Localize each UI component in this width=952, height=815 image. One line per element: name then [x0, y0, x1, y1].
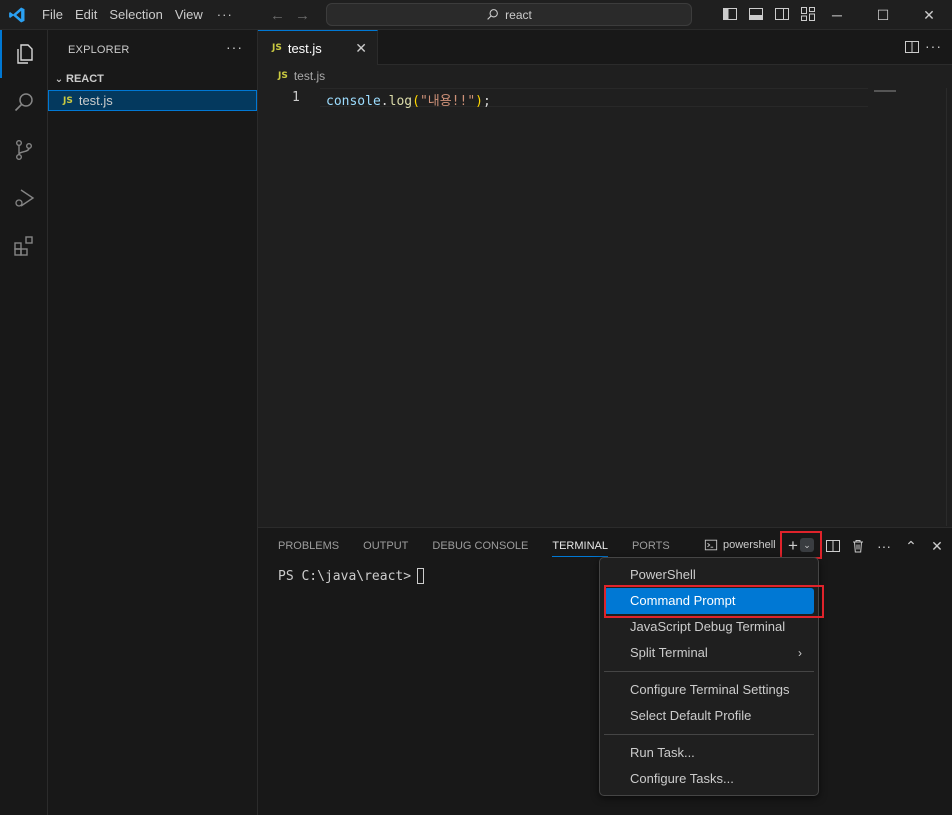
toggle-primary-sidebar-icon[interactable] [722, 6, 738, 22]
title-bar: File Edit Selection View ··· ← → react ─… [0, 0, 952, 30]
maximize-panel-icon[interactable]: ⌃ [903, 538, 919, 554]
run-debug-activity[interactable] [0, 174, 48, 222]
code-line[interactable]: console.log("내용!!"); [326, 90, 491, 109]
forward-arrow-icon[interactable]: → [295, 7, 310, 24]
breadcrumb[interactable]: JS test.js [278, 69, 325, 83]
toggle-secondary-sidebar-icon[interactable] [774, 6, 790, 22]
code-editor[interactable]: 1 console.log("내용!!"); [258, 88, 952, 526]
code-token: ) [475, 94, 483, 109]
search-icon [487, 9, 499, 20]
split-terminal-icon[interactable] [825, 538, 841, 554]
menu-item-label: Split Terminal [630, 645, 708, 660]
close-window-button[interactable]: ✕ [906, 0, 952, 30]
menu-separator [604, 734, 814, 735]
command-center-search[interactable]: react [326, 3, 692, 26]
menu-item-run-task[interactable]: Run Task... [604, 740, 814, 766]
new-terminal-button[interactable]: + ⌄ [780, 531, 822, 559]
prompt-text: PS C:\java\react> [278, 568, 412, 584]
search-icon [14, 93, 33, 112]
maximize-button[interactable]: ☐ [860, 0, 906, 30]
explorer-activity[interactable] [0, 30, 48, 78]
terminal-name: powershell [723, 539, 776, 551]
explorer-title: EXPLORER [68, 44, 130, 56]
highlight-box [604, 585, 824, 618]
vscode-logo-icon [9, 7, 25, 23]
menu-item-split-terminal[interactable]: Split Terminal › [604, 640, 814, 666]
menu-item-select-default-profile[interactable]: Select Default Profile [604, 703, 814, 729]
tab-test-js[interactable]: JS test.js ✕ [258, 30, 378, 65]
js-file-icon: JS [272, 43, 282, 53]
file-label: test.js [78, 93, 113, 108]
menu-item-configure-terminal-settings[interactable]: Configure Terminal Settings [604, 677, 814, 703]
menu-more-icon[interactable]: ··· [209, 0, 241, 30]
tab-label: test.js [287, 40, 322, 56]
menu-item-configure-tasks[interactable]: Configure Tasks... [604, 766, 814, 792]
js-file-icon: JS [278, 71, 288, 81]
code-token: ; [483, 94, 491, 109]
terminal-instance[interactable]: powershell [704, 538, 776, 552]
code-token: console [326, 94, 381, 109]
chevron-down-icon[interactable]: ⌄ [799, 538, 814, 552]
minimize-button[interactable]: ─ [814, 0, 860, 30]
menu-view[interactable]: View [169, 0, 209, 30]
menu-separator [604, 671, 814, 672]
search-activity[interactable] [0, 78, 48, 126]
editor-scrollbar[interactable] [946, 88, 952, 526]
layout-controls [722, 6, 816, 22]
menu-bar: File Edit Selection View ··· [36, 0, 241, 30]
tab-debug-console[interactable]: DEBUG CONSOLE [432, 528, 528, 564]
menu-edit[interactable]: Edit [69, 0, 103, 30]
folder-label: REACT [66, 73, 104, 85]
breadcrumb-file: test.js [293, 69, 326, 83]
nav-arrows: ← → [270, 7, 310, 24]
code-token: ( [412, 94, 420, 109]
explorer-sidebar: EXPLORER ··· ⌄ REACT JS test.js [48, 30, 258, 815]
line-number: 1 [292, 90, 300, 105]
code-token: . [380, 94, 389, 109]
trash-icon[interactable] [850, 538, 866, 554]
folder-react[interactable]: ⌄ REACT [48, 68, 258, 90]
extensions-activity[interactable] [0, 222, 48, 270]
close-tab-icon[interactable]: ✕ [355, 40, 367, 57]
source-control-activity[interactable] [0, 126, 48, 174]
code-token: "내용!!" [419, 94, 476, 109]
close-panel-icon[interactable]: ✕ [929, 538, 945, 554]
explorer-more-icon[interactable]: ··· [226, 39, 243, 55]
toggle-panel-icon[interactable] [748, 6, 764, 22]
activity-bar [0, 30, 48, 815]
back-arrow-icon[interactable]: ← [270, 7, 285, 24]
panel-more-icon[interactable]: ··· [876, 538, 892, 554]
tab-problems[interactable]: PROBLEMS [278, 528, 339, 564]
editor-more-icon[interactable]: ··· [925, 38, 942, 54]
chevron-right-icon: › [798, 646, 802, 660]
terminal-cursor [417, 568, 425, 584]
files-icon [17, 44, 33, 64]
terminal-prompt[interactable]: PS C:\java\react> [278, 568, 425, 584]
extensions-icon [14, 236, 33, 256]
plus-icon[interactable]: + [788, 537, 798, 554]
editor-tabs: JS test.js ✕ ··· [258, 30, 952, 65]
file-test-js[interactable]: JS test.js [48, 90, 257, 111]
search-text: react [505, 7, 532, 22]
menu-selection[interactable]: Selection [103, 0, 168, 30]
window-controls: ─ ☐ ✕ [814, 0, 952, 30]
code-token: log [388, 94, 413, 109]
js-file-icon: JS [63, 95, 73, 106]
tab-output[interactable]: OUTPUT [363, 528, 408, 564]
terminal-icon [704, 539, 718, 551]
menu-file[interactable]: File [36, 0, 69, 30]
split-editor-icon[interactable] [904, 39, 920, 55]
source-control-icon [15, 140, 32, 161]
chevron-down-icon: ⌄ [54, 73, 64, 85]
run-debug-icon [15, 189, 35, 207]
minimap[interactable] [874, 90, 896, 92]
